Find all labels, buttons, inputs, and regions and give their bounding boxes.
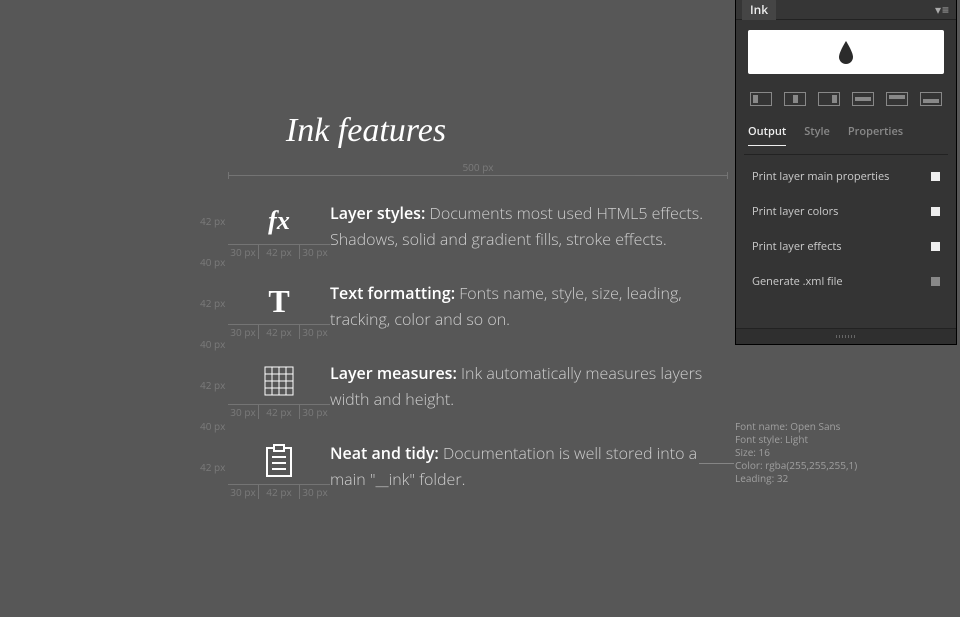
checkbox-icon[interactable] [931, 207, 940, 216]
panel-sub-tabs: Output Style Properties [744, 112, 948, 155]
tab-output[interactable]: Output [748, 124, 786, 146]
font-note-connector [699, 463, 734, 464]
panel-header: Ink ▾≡ [736, 0, 956, 20]
panel-title-tab[interactable]: Ink [742, 0, 776, 20]
feature-text-formatting: T Text formatting: Fonts name, style, si… [258, 280, 708, 332]
panel-menu-icon[interactable]: ▾≡ [935, 1, 950, 18]
font-spec-note: Font name: Open Sans Font style: Light S… [735, 420, 857, 485]
feature-neat-tidy: Neat and tidy: Documentation is well sto… [258, 440, 708, 492]
align-center-h-button[interactable] [784, 92, 806, 106]
panel-resize-handle[interactable] [736, 328, 956, 344]
feature-label: Text formatting: [330, 282, 455, 304]
align-top-button[interactable] [886, 92, 908, 106]
output-list: Print layer main properties Print layer … [748, 159, 944, 299]
measure-500px: 500 px [228, 160, 728, 178]
output-item-colors[interactable]: Print layer colors [748, 194, 944, 229]
tab-properties[interactable]: Properties [848, 124, 903, 146]
clipboard-icon [258, 440, 300, 482]
feature-layer-styles: fx Layer styles: Documents most used HTM… [258, 200, 708, 252]
ink-panel: Ink ▾≡ Output Style Properties Print lay… [735, 0, 957, 345]
grid-icon [258, 360, 300, 402]
align-center-v-button[interactable] [852, 92, 874, 106]
checkbox-icon[interactable] [931, 172, 940, 181]
page-title: Ink features [0, 112, 732, 150]
ink-drop-button[interactable] [748, 30, 944, 74]
checkbox-icon[interactable] [931, 242, 940, 251]
left-measure-column: 42 px 40 px 42 px 40 px 42 px 40 px 42 p… [200, 200, 225, 488]
tab-style[interactable]: Style [804, 124, 830, 146]
align-right-button[interactable] [818, 92, 840, 106]
output-item-xml[interactable]: Generate .xml file [748, 264, 944, 299]
checkbox-icon[interactable] [931, 277, 940, 286]
feature-layer-measures: Layer measures: Ink automatically measur… [258, 360, 708, 412]
text-icon: T [258, 280, 300, 322]
align-left-button[interactable] [750, 92, 772, 106]
output-item-effects[interactable]: Print layer effects [748, 229, 944, 264]
feature-label: Layer styles: [330, 202, 425, 224]
feature-label: Neat and tidy: [330, 442, 439, 464]
measure-label: 500 px [228, 160, 728, 174]
fx-icon: fx [258, 200, 300, 242]
feature-label: Layer measures: [330, 362, 457, 384]
alignment-row [750, 92, 942, 106]
align-bottom-button[interactable] [920, 92, 942, 106]
output-item-main-props[interactable]: Print layer main properties [748, 159, 944, 194]
